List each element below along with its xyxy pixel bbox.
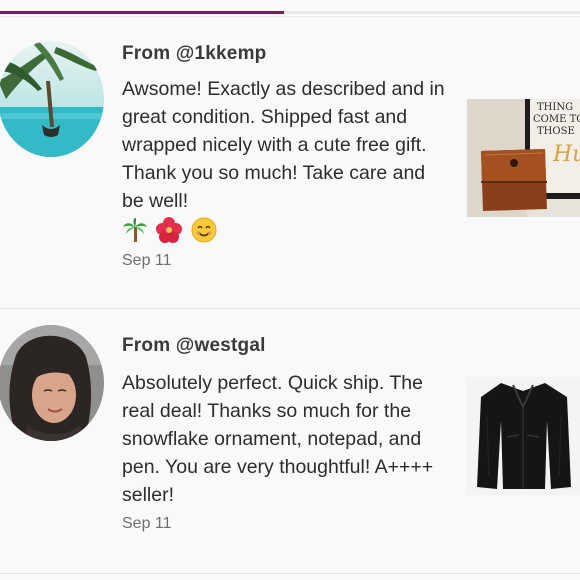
sign-line-1: THING [537,102,573,113]
review-message: Awsome! Exactly as described and in grea… [122,78,445,212]
review-photo[interactable] [467,377,580,495]
review-message: Absolutely perfect. Quick ship. The real… [122,372,434,506]
review-date: Sep 11 [122,515,172,532]
review-photo[interactable]: THING COME TO THOSE Hustle [467,99,580,217]
progress-bar [0,11,580,14]
sign-script: Hustle [552,142,580,167]
review-date: Sep 11 [122,252,172,269]
smiling-face-icon [191,217,217,243]
review-text: Awsome! Exactly as described and in grea… [122,75,452,243]
emoji-row [122,215,452,243]
review-author[interactable]: From @westgal [122,335,266,357]
avatar[interactable] [0,325,104,441]
palm-tree-icon [123,217,147,242]
review-item: From @1kkemp Awsome! Exactly as describe… [0,16,580,309]
hibiscus-icon [156,216,183,243]
review-item: From @westgal Absolutely perfect. Quick … [0,308,580,574]
sign-line-3: THOSE [537,126,575,137]
divider [0,573,580,574]
review-text: Absolutely perfect. Quick ship. The real… [122,369,452,509]
avatar[interactable] [0,41,104,157]
progress-bar-fill [0,11,285,14]
sign-line-2: COME TO [533,114,580,125]
review-author[interactable]: From @1kkemp [122,43,266,65]
